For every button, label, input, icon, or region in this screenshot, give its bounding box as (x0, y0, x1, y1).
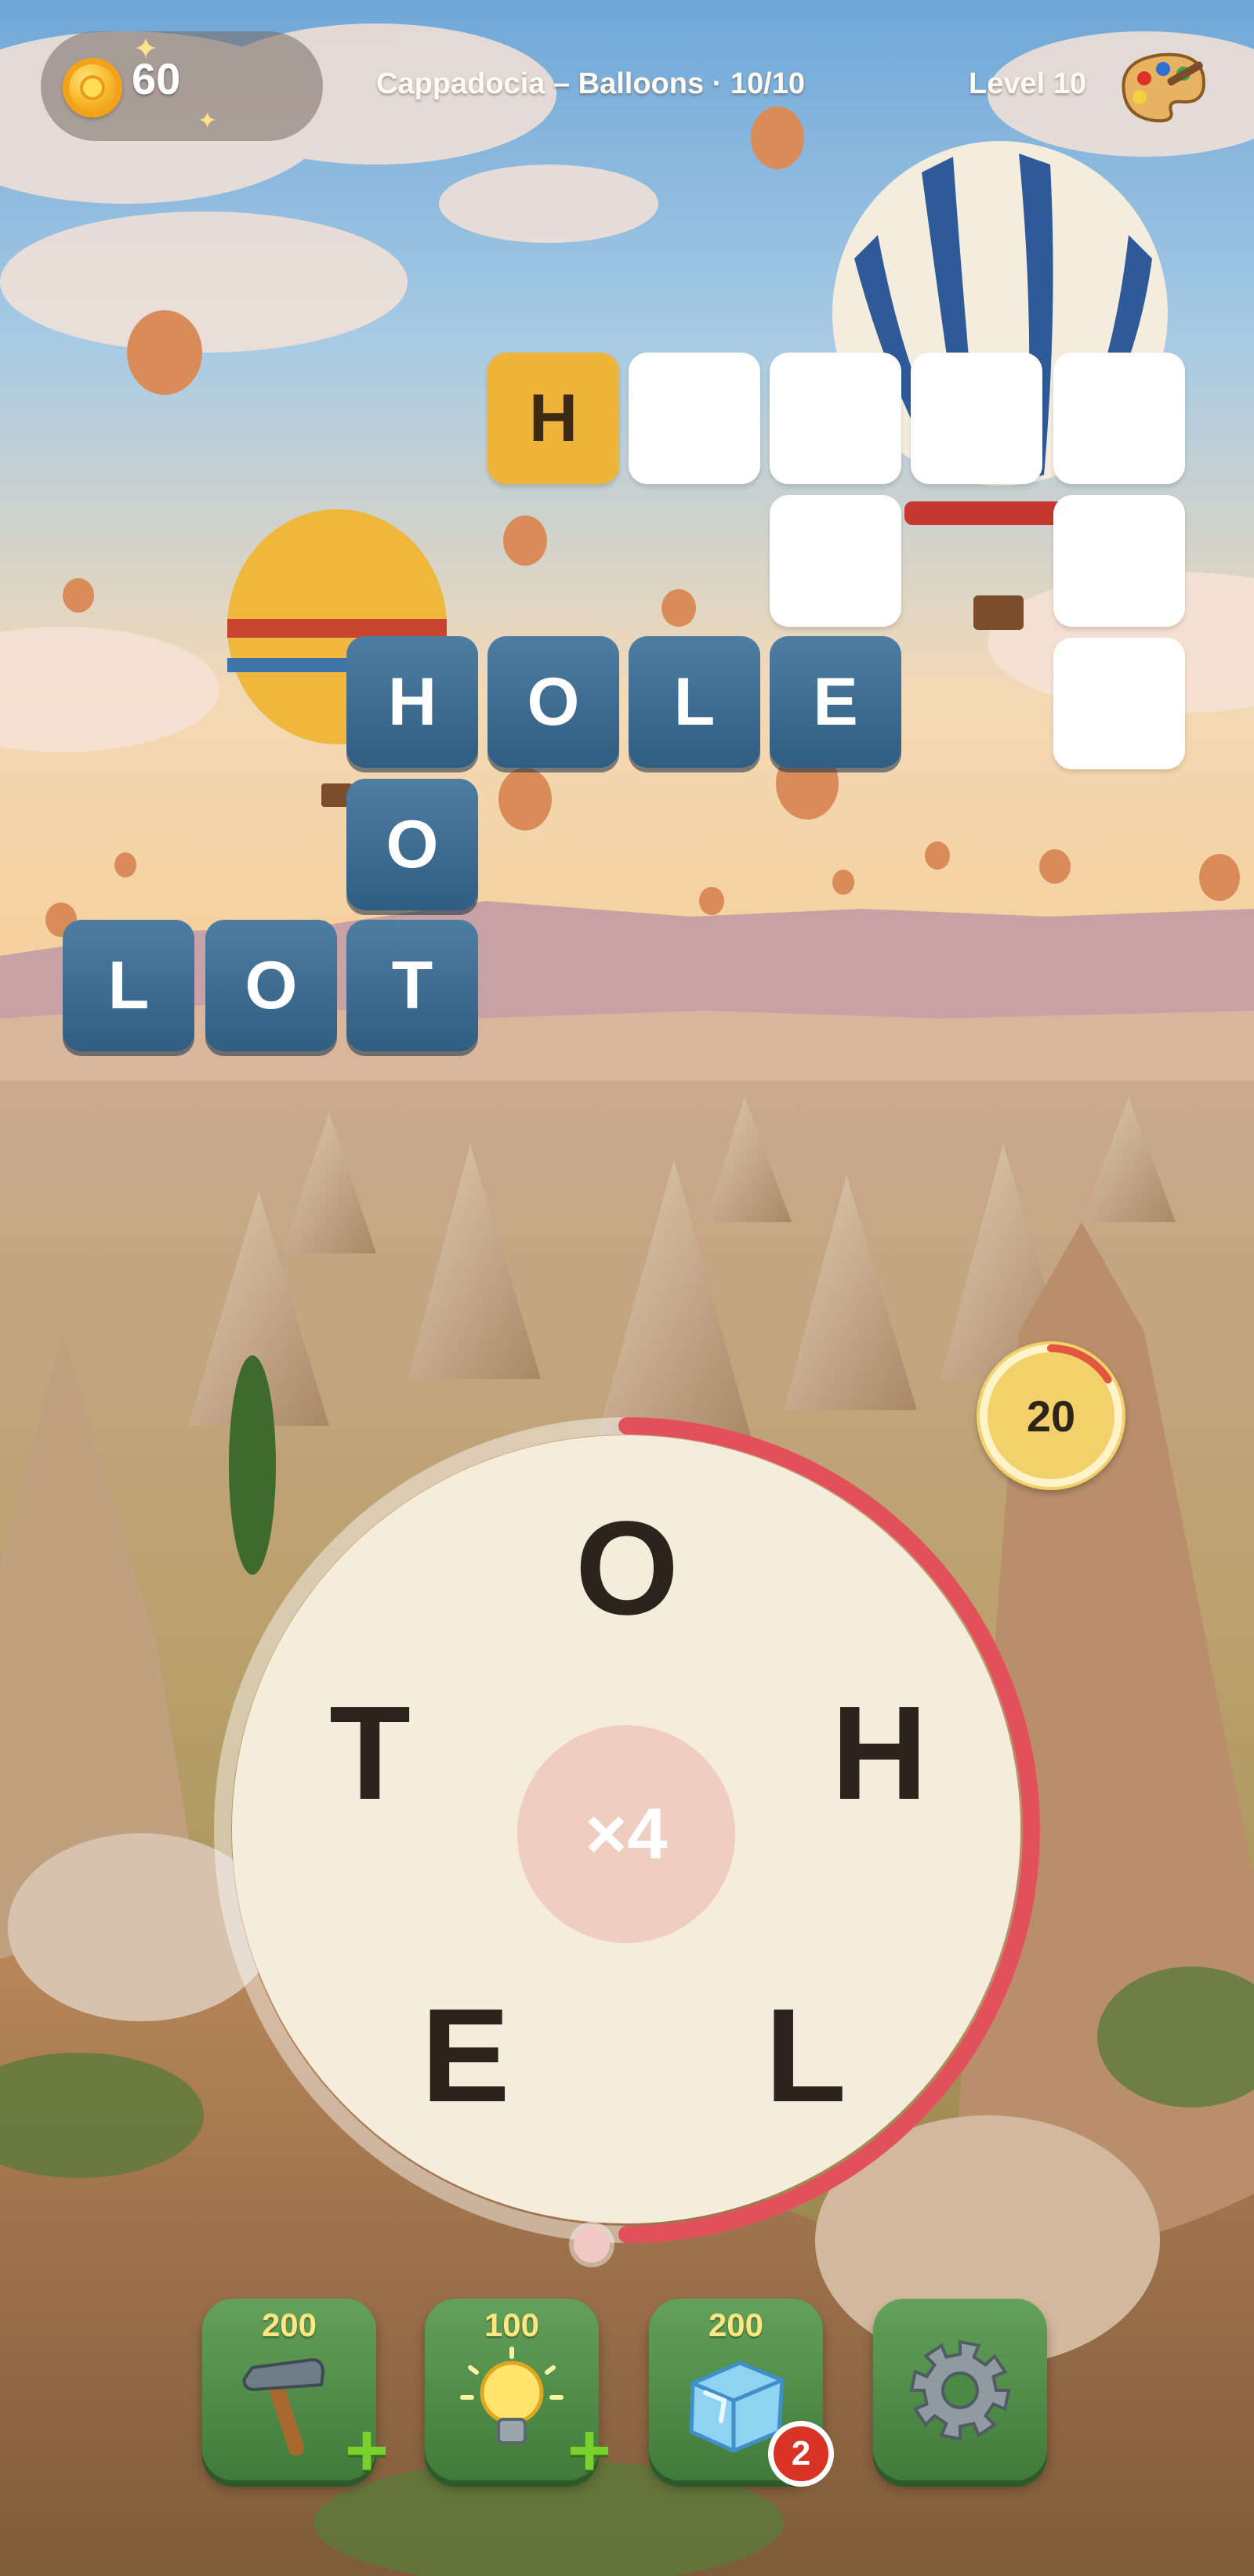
booster-cost: 200 (261, 2306, 317, 2343)
hammer-booster-button[interactable]: 200 + (202, 2299, 389, 2488)
paint-palette-icon[interactable] (1116, 49, 1209, 124)
crossword-empty-tile (1053, 495, 1185, 627)
crossword-empty-tile (629, 353, 760, 484)
crossword-empty-tile (911, 353, 1042, 484)
hammer-icon (242, 2357, 325, 2456)
freeze-booster-button[interactable]: 200 2 (649, 2299, 834, 2487)
crossword-empty-tile (1053, 353, 1185, 484)
wheel-letter-l[interactable]: L (735, 1981, 876, 2130)
gear-icon (909, 2339, 1011, 2441)
wheel-letter-t[interactable]: T (299, 1679, 440, 1828)
freeze-count-badge: 2 (768, 2421, 834, 2487)
multiplier-button[interactable]: ×4 (517, 1725, 735, 1943)
lightbulb-icon (460, 2346, 564, 2444)
crossword-letter-tile: T (346, 920, 478, 1051)
coin-icon (63, 58, 122, 118)
sparkle-icon: ✦ (198, 108, 218, 134)
ring-handle-dot (574, 2227, 610, 2263)
hint-booster-button[interactable]: 100 + (425, 2299, 611, 2488)
crossword-letter-tile: O (205, 920, 337, 1051)
booster-cost: 200 (708, 2306, 764, 2343)
crossword-letter-tile: L (629, 636, 760, 768)
level-name: Cappadocia – Balloons · 10/10 (376, 67, 805, 100)
crossword-letter-tile: O (487, 636, 619, 768)
plus-icon: + (344, 2408, 389, 2492)
level-label: Level 10 (969, 67, 1086, 100)
wheel-letter-o[interactable]: O (556, 1494, 698, 1643)
crossword-hint-tile: H (487, 353, 619, 484)
crossword-letter-tile: H (346, 636, 478, 768)
coin-count: 60 (132, 54, 181, 103)
crossword-empty-tile (770, 495, 901, 627)
crossword-empty-tile (1053, 638, 1185, 769)
wheel-letter-e[interactable]: E (395, 1981, 536, 2130)
crossword-letter-tile: L (63, 920, 194, 1051)
wheel-letter-h[interactable]: H (809, 1679, 950, 1828)
settings-button[interactable] (873, 2299, 1047, 2480)
booster-cost: 100 (484, 2306, 540, 2343)
crossword-letter-tile: O (346, 779, 478, 910)
plus-icon: + (567, 2408, 611, 2492)
crossword-empty-tile (770, 353, 901, 484)
crossword-letter-tile: E (770, 636, 901, 768)
